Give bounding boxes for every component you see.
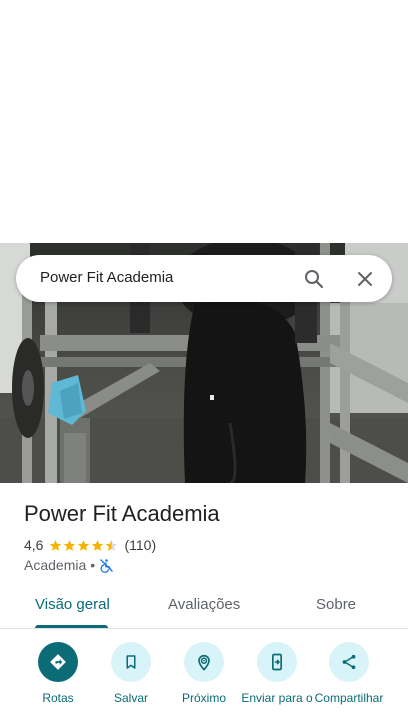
place-category: Academia	[24, 557, 87, 573]
star-icon	[64, 539, 76, 551]
share-icon	[342, 654, 356, 670]
nearby-label: Próximo	[181, 691, 226, 705]
share-label: Compartilhar	[314, 691, 384, 705]
tab-about[interactable]: Sobre	[316, 596, 356, 613]
search-bar[interactable]: Power Fit Academia	[16, 255, 392, 302]
star-half-icon	[106, 539, 118, 551]
place-screen: Power Fit Academia Power Fit Academia 4,…	[0, 0, 408, 726]
search-icon[interactable]	[302, 267, 326, 291]
directions-button[interactable]: Rotas	[22, 642, 94, 726]
category-row: Academia •	[24, 556, 114, 574]
save-label: Salvar	[113, 691, 148, 705]
close-icon[interactable]	[353, 267, 377, 291]
share-circle	[329, 642, 369, 682]
bookmark-icon	[126, 655, 136, 669]
rating-stars	[49, 539, 119, 552]
send-to-phone-label: Enviar para o	[241, 691, 313, 705]
place-title: Power Fit Academia	[24, 501, 220, 526]
directions-icon	[50, 654, 66, 670]
save-button[interactable]: Salvar	[95, 642, 167, 726]
directions-label: Rotas	[42, 691, 74, 705]
tab-overview[interactable]: Visão geral	[35, 596, 110, 613]
not-wheelchair-accessible-icon	[99, 558, 114, 573]
nearby-icon	[198, 654, 210, 671]
rating-row[interactable]: 4,6 (110)	[24, 536, 156, 554]
nearby-circle	[184, 642, 224, 682]
star-icon	[92, 539, 104, 551]
send-to-phone-circle	[257, 642, 297, 682]
rating-value: 4,6	[24, 537, 44, 553]
place-tabs: Visão geral Avaliações Sobre	[0, 584, 408, 629]
star-icon	[78, 539, 90, 551]
tab-reviews[interactable]: Avaliações	[168, 596, 240, 613]
send-to-phone-icon	[272, 653, 282, 671]
send-to-phone-button[interactable]: Enviar para o	[241, 642, 313, 726]
nearby-button[interactable]: Próximo	[168, 642, 240, 726]
review-count: (110)	[124, 537, 157, 553]
share-button[interactable]: Compartilhar	[313, 642, 385, 726]
star-icon	[50, 539, 62, 551]
save-circle	[111, 642, 151, 682]
active-tab-indicator	[35, 625, 108, 628]
separator-dot: •	[90, 557, 96, 573]
directions-circle	[38, 642, 78, 682]
search-input[interactable]: Power Fit Academia	[40, 269, 173, 286]
